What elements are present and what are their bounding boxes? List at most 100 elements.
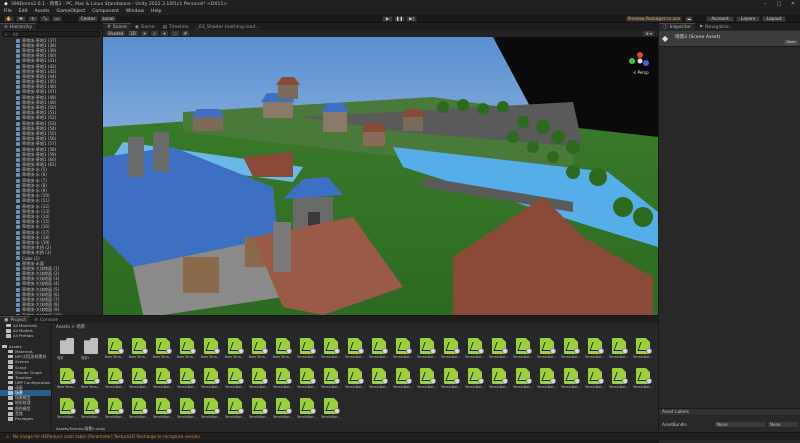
expand-arrow-icon[interactable]: › xyxy=(98,267,99,271)
tab-shader[interactable]: _03_Shader (nothing load... xyxy=(192,23,264,30)
asset-file[interactable]: TerrainDat... xyxy=(297,395,317,421)
expand-arrow-icon[interactable]: › xyxy=(98,220,99,224)
expand-arrow-icon[interactable]: › xyxy=(98,256,99,260)
persp-label[interactable]: < Persp xyxy=(633,70,649,75)
expand-arrow-icon[interactable]: › xyxy=(98,158,99,162)
expand-arrow-icon[interactable]: › xyxy=(98,148,99,152)
asset-folder[interactable]: 场景2 xyxy=(81,335,101,361)
expand-arrow-icon[interactable]: › xyxy=(98,288,99,292)
asset-file[interactable]: New Terra... xyxy=(177,335,197,361)
asset-file[interactable]: TerrainDat... xyxy=(273,395,293,421)
expand-arrow-icon[interactable]: › xyxy=(98,122,99,126)
asset-file[interactable]: TerrainDat... xyxy=(633,365,653,391)
expand-arrow-icon[interactable]: › xyxy=(98,298,99,302)
asset-file[interactable]: TerrainDat... xyxy=(225,395,245,421)
asset-breadcrumb[interactable]: Assets > 场景 xyxy=(56,324,85,330)
asset-file[interactable]: TerrainDat... xyxy=(561,335,581,361)
asset-file[interactable]: TerrainDat... xyxy=(369,365,389,391)
asset-file[interactable]: TerrainDat... xyxy=(441,365,461,391)
asset-file[interactable]: TerrainDat... xyxy=(393,365,413,391)
asset-file[interactable]: New Terra... xyxy=(225,335,245,361)
move-tool-button[interactable]: ✥ xyxy=(16,16,26,22)
expand-arrow-icon[interactable]: › xyxy=(98,85,99,89)
status-bar[interactable]: ⚠ No image for HEReduce color table [Par… xyxy=(0,432,800,440)
asset-file[interactable]: TerrainDat... xyxy=(537,335,557,361)
cloud-icon[interactable]: ☁ xyxy=(685,16,693,22)
layout-dropdown[interactable]: Layout xyxy=(762,16,786,22)
asset-file[interactable]: TerrainDat... xyxy=(105,395,125,421)
asset-file[interactable]: TerrainDat... xyxy=(633,335,653,361)
asset-file[interactable]: New Terra... xyxy=(57,365,77,391)
asset-file[interactable]: TerrainDat... xyxy=(369,335,389,361)
asset-file[interactable]: TerrainDat... xyxy=(417,335,437,361)
pivot-center-button[interactable]: Center xyxy=(78,16,98,22)
asset-file[interactable]: New Terra... xyxy=(129,335,149,361)
hierarchy-item[interactable]: 草地块-大块地面 (10) › xyxy=(0,313,102,315)
expand-arrow-icon[interactable]: › xyxy=(98,70,99,74)
asset-file[interactable]: TerrainDat... xyxy=(201,365,221,391)
asset-file[interactable]: New Terra... xyxy=(81,365,101,391)
open-button[interactable]: Open xyxy=(784,40,798,45)
project-tree-item[interactable]: Packages xyxy=(0,416,51,421)
tab-project[interactable]: ▣ Project xyxy=(0,316,31,323)
asset-file[interactable]: TerrainDat... xyxy=(129,395,149,421)
expand-arrow-icon[interactable]: › xyxy=(98,173,99,177)
hierarchy-search-input[interactable]: ⌕ All xyxy=(2,31,100,37)
expand-arrow-icon[interactable]: › xyxy=(98,231,99,235)
layers-dropdown[interactable]: Layers xyxy=(736,16,760,22)
expand-arrow-icon[interactable]: › xyxy=(98,90,99,94)
expand-arrow-icon[interactable]: › xyxy=(98,293,99,297)
expand-arrow-icon[interactable]: › xyxy=(98,106,99,110)
pivot-local-button[interactable]: Local xyxy=(100,16,116,22)
expand-arrow-icon[interactable]: › xyxy=(98,179,99,183)
tab-navigation[interactable]: ⚑ Navigation xyxy=(695,23,734,30)
asset-bundle-dropdown[interactable]: None xyxy=(715,422,765,427)
expand-arrow-icon[interactable]: › xyxy=(98,111,99,115)
asset-file[interactable]: TerrainDat... xyxy=(201,395,221,421)
asset-file[interactable]: TerrainDat... xyxy=(321,335,341,361)
expand-arrow-icon[interactable]: › xyxy=(98,308,99,312)
scene-viewport[interactable]: < Persp xyxy=(103,37,658,315)
tab-timeline[interactable]: ▤ Timeline xyxy=(158,23,193,30)
asset-file[interactable]: New Terra... xyxy=(201,335,221,361)
asset-file[interactable]: TerrainDat... xyxy=(321,395,341,421)
expand-arrow-icon[interactable]: › xyxy=(98,153,99,157)
tab-game[interactable]: ◉ Game xyxy=(130,23,159,30)
expand-arrow-icon[interactable]: › xyxy=(98,282,99,286)
audio-toggle-icon[interactable]: ♪ xyxy=(151,31,158,36)
asset-file[interactable]: TerrainDat... xyxy=(345,365,365,391)
asset-file[interactable]: TerrainDat... xyxy=(225,365,245,391)
expand-arrow-icon[interactable]: › xyxy=(98,163,99,167)
expand-arrow-icon[interactable]: › xyxy=(98,251,99,255)
asset-file[interactable]: TerrainDat... xyxy=(561,365,581,391)
expand-arrow-icon[interactable]: › xyxy=(98,54,99,58)
tab-inspector[interactable]: ⓘ Inspector xyxy=(659,23,696,30)
expand-arrow-icon[interactable]: › xyxy=(98,272,99,276)
expand-arrow-icon[interactable]: › xyxy=(98,137,99,141)
expand-arrow-icon[interactable]: › xyxy=(98,262,99,266)
asset-file[interactable]: TerrainDat... xyxy=(249,395,269,421)
step-button[interactable]: ▶| xyxy=(406,16,417,22)
expand-arrow-icon[interactable]: › xyxy=(98,44,99,48)
2d-toggle[interactable]: 2D xyxy=(128,31,138,36)
expand-arrow-icon[interactable]: › xyxy=(98,210,99,214)
asset-file[interactable]: TerrainDat... xyxy=(441,335,461,361)
asset-file[interactable]: TerrainDat... xyxy=(81,395,101,421)
expand-arrow-icon[interactable]: › xyxy=(98,101,99,105)
asset-file[interactable]: TerrainDat... xyxy=(129,365,149,391)
expand-arrow-icon[interactable]: › xyxy=(98,59,99,63)
expand-arrow-icon[interactable]: › xyxy=(98,241,99,245)
expand-arrow-icon[interactable]: › xyxy=(98,225,99,229)
asset-file[interactable]: TerrainDat... xyxy=(297,365,317,391)
expand-arrow-icon[interactable]: › xyxy=(98,39,99,43)
scale-tool-button[interactable]: ⤡ xyxy=(40,16,50,22)
asset-file[interactable]: TerrainDat... xyxy=(153,365,173,391)
expand-arrow-icon[interactable]: › xyxy=(98,303,99,307)
menu-assets[interactable]: Assets xyxy=(35,9,50,14)
account-dropdown[interactable]: Account xyxy=(706,16,734,22)
asset-file[interactable]: TerrainDat... xyxy=(273,365,293,391)
asset-file[interactable]: TerrainDat... xyxy=(297,335,317,361)
menu-window[interactable]: Window xyxy=(126,9,144,14)
tab-console[interactable]: ≡ Console xyxy=(30,316,63,323)
expand-arrow-icon[interactable]: › xyxy=(98,132,99,136)
